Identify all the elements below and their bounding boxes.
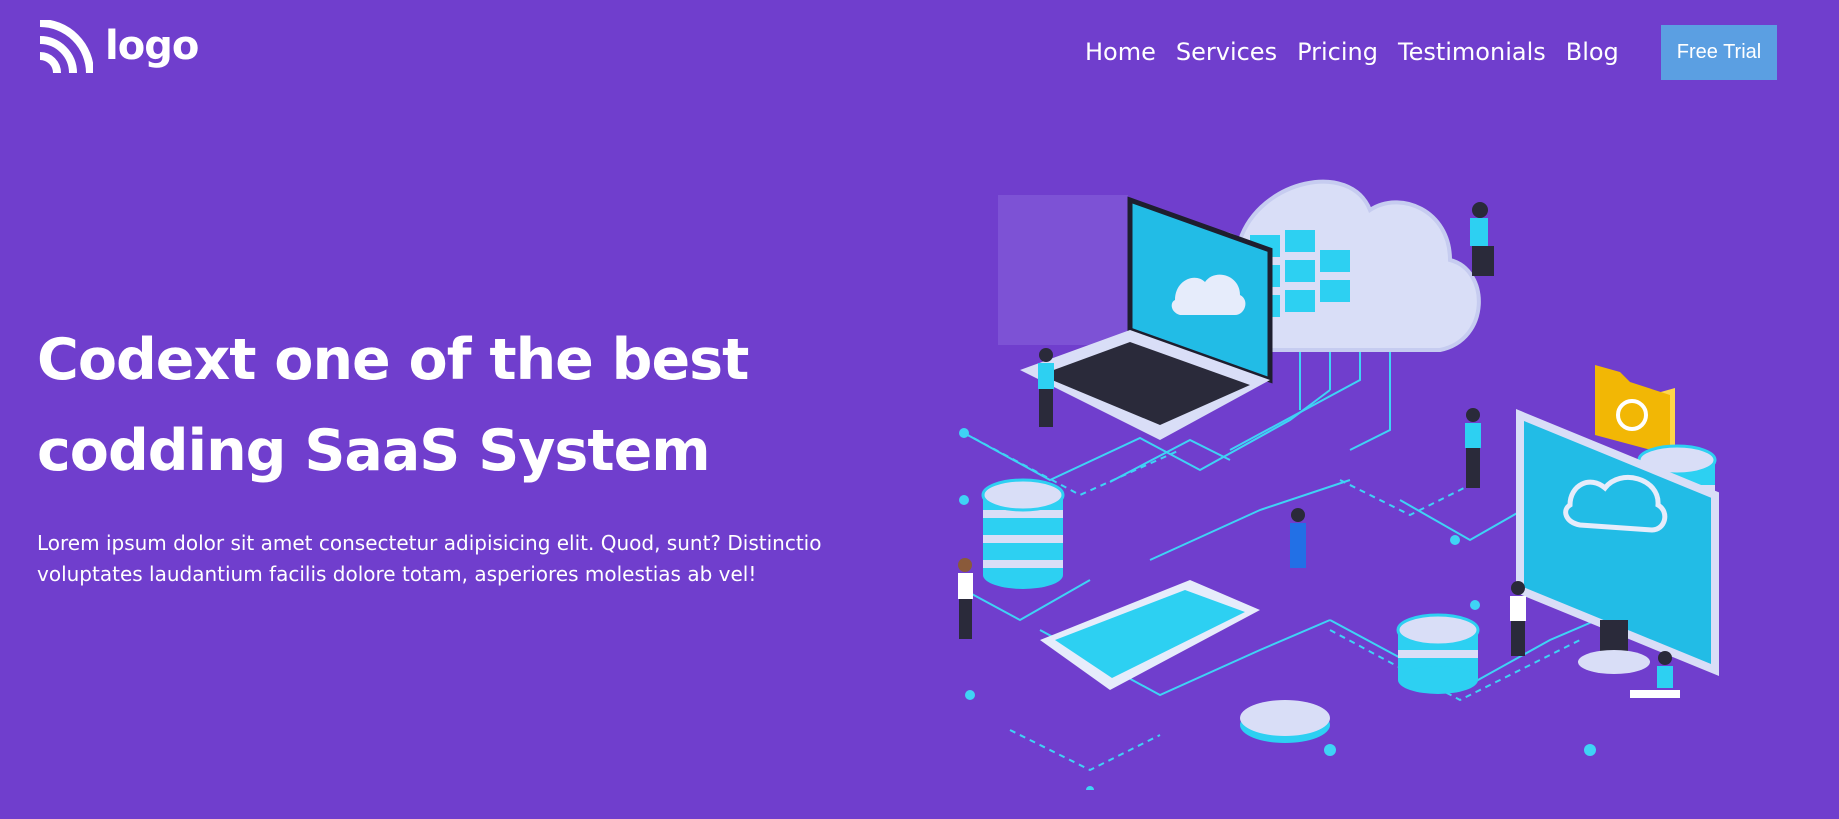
hero-title-line-1: Codext one of the best xyxy=(37,327,749,393)
code-panel xyxy=(998,195,1128,345)
nav-home[interactable]: Home xyxy=(1085,36,1156,68)
person-icon xyxy=(958,558,973,639)
nav-blog[interactable]: Blog xyxy=(1566,36,1619,68)
folder-icon xyxy=(1595,365,1675,455)
platform-icon xyxy=(1240,700,1330,743)
brand-logo[interactable]: logo xyxy=(37,20,199,76)
person-icon xyxy=(1290,508,1306,568)
free-trial-button[interactable]: Free Trial xyxy=(1661,25,1777,80)
main-navigation: Home Services Pricing Testimonials Blog xyxy=(1085,36,1639,68)
nav-testimonials[interactable]: Testimonials xyxy=(1398,36,1546,68)
database-icon xyxy=(1396,613,1480,694)
hero-title: Codext one of the best codding SaaS Syst… xyxy=(37,315,797,497)
nav-pricing[interactable]: Pricing xyxy=(1297,36,1378,68)
smartphone-icon xyxy=(1040,580,1260,690)
hero-illustration xyxy=(958,179,1719,790)
logo-mark-icon xyxy=(39,20,93,74)
database-icon xyxy=(981,478,1065,589)
nav-services[interactable]: Services xyxy=(1176,36,1277,68)
person-icon xyxy=(1470,202,1494,276)
person-icon xyxy=(1465,408,1481,488)
hero-description: Lorem ipsum dolor sit amet consectetur a… xyxy=(37,531,822,586)
hero-title-line-2: codding SaaS System xyxy=(37,418,711,484)
logo-text: logo xyxy=(105,23,199,69)
